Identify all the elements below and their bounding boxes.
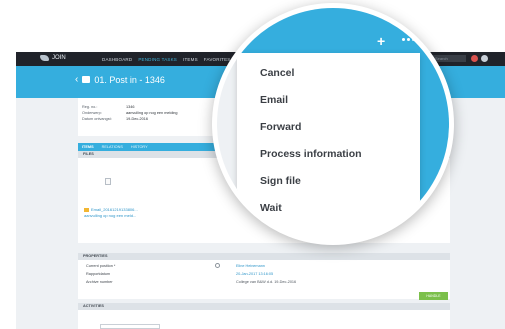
meta-row: Datum ontvangst: 19-Dec-2016 xyxy=(82,116,178,122)
actions-dropdown: Cancel Email Forward Process information… xyxy=(237,53,420,240)
activities-section-header: ACTIVITIES xyxy=(78,303,450,310)
magnified-header xyxy=(217,8,449,53)
more-options-icon[interactable] xyxy=(402,38,415,41)
detail-tabs: ITEMS RELATIONS HISTORY xyxy=(78,143,218,151)
nav-items[interactable]: ITEMS xyxy=(183,57,198,62)
brand-name: JOIN xyxy=(52,55,66,61)
menu-item-email[interactable]: Email xyxy=(260,94,288,106)
file-thumbnail-icon[interactable] xyxy=(105,178,111,185)
meta-key: Datum ontvangst: xyxy=(82,117,112,121)
back-chevron-icon[interactable]: ‹ xyxy=(75,74,78,85)
info-icon[interactable] xyxy=(215,263,220,268)
tab-items[interactable]: ITEMS xyxy=(82,143,94,151)
file-name: Email_20161219133806... xyxy=(91,207,138,212)
menu-item-process-information[interactable]: Process information xyxy=(260,148,362,160)
folder-icon xyxy=(82,76,91,83)
file-entry[interactable]: Email_20161219133806... aanvulling op no… xyxy=(84,207,138,219)
magnified-header-side xyxy=(420,53,449,240)
property-value-archive-number: College van B&W d.d. 19-Dec-2016 xyxy=(236,280,297,284)
join-logo-icon xyxy=(40,55,49,61)
menu-item-forward[interactable]: Forward xyxy=(260,121,301,133)
file-subtitle: aanvulling op nog een meld... xyxy=(84,213,137,218)
tab-history[interactable]: HISTORY xyxy=(131,143,148,151)
properties-section-header: PROPERTIES xyxy=(78,253,450,260)
tab-relations[interactable]: RELATIONS xyxy=(102,143,123,151)
menu-item-cancel[interactable]: Cancel xyxy=(260,67,294,79)
magnified-action-menu: + Cancel Email Forward Process informati… xyxy=(212,3,454,245)
menu-item-wait[interactable]: Wait xyxy=(260,202,282,214)
page-title-text: 01. Post in - 1346 xyxy=(94,74,165,85)
main-nav: DASHBOARD PENDING TASKS ITEMS FAVORITES xyxy=(102,57,231,62)
item-meta: Reg. no.: 1346 Onderwerp: aanvulling op … xyxy=(82,104,178,122)
user-avatar-icon[interactable] xyxy=(481,55,488,62)
activity-input[interactable] xyxy=(100,324,160,329)
brand-logo[interactable]: JOIN xyxy=(40,55,66,61)
add-plus-icon[interactable]: + xyxy=(377,34,385,48)
magnified-background xyxy=(217,53,237,240)
notifications-icon[interactable] xyxy=(471,55,478,62)
email-file-icon xyxy=(84,207,89,212)
topbar-icons xyxy=(471,55,488,62)
nav-dashboard[interactable]: DASHBOARD xyxy=(102,57,132,62)
handle-button[interactable]: HANDLE xyxy=(419,292,448,300)
menu-item-sign-file[interactable]: Sign file xyxy=(260,175,301,187)
page-title: ‹ 01. Post in - 1346 xyxy=(75,74,165,85)
meta-value: 19-Dec-2016 xyxy=(126,117,148,121)
nav-pending-tasks[interactable]: PENDING TASKS xyxy=(138,57,177,62)
property-key: Archive number xyxy=(86,280,113,284)
